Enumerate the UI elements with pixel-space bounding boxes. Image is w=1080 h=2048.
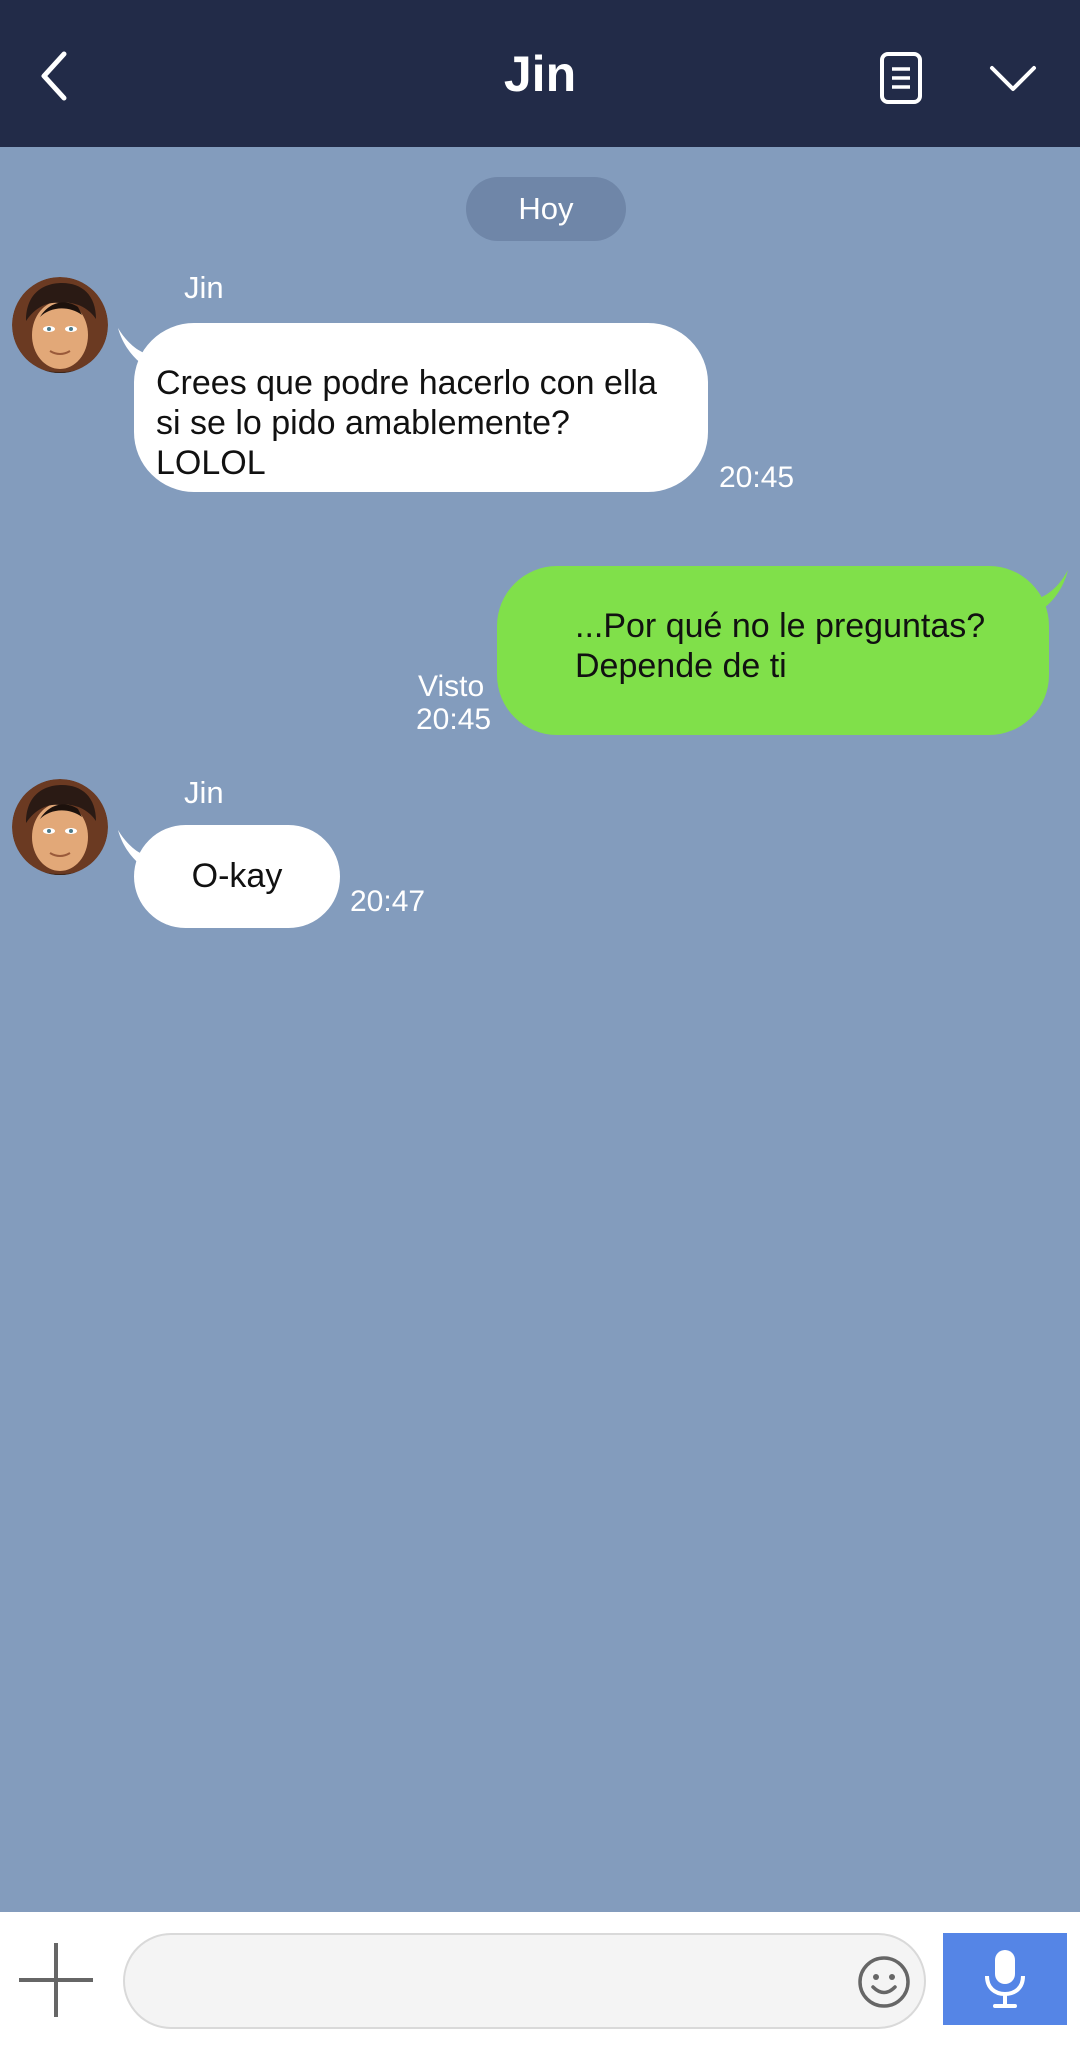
bubble-tail [1022,570,1068,616]
message-time: 20:47 [350,885,426,918]
emoji-button[interactable] [855,1953,913,2011]
sender-name: Jin [184,775,224,810]
notes-button[interactable] [866,46,936,110]
microphone-icon [985,1950,1025,2008]
avatar-face-icon [12,277,108,373]
message-bubble-incoming[interactable]: O-kay [134,825,340,928]
chevron-down-icon [990,66,1036,91]
avatar-face-icon [12,779,108,875]
chat-header: Jin [0,0,1080,147]
message-text-line: O-kay [191,857,283,895]
message-time: 20:45 [719,461,795,494]
plus-icon [19,1943,93,2017]
message-text-line: si se lo pido amablemente? LOLOL [156,404,570,482]
menu-button[interactable] [975,50,1051,106]
message-input[interactable] [123,1933,926,2029]
smiley-icon [858,1956,910,2008]
message-text-line: ...Por qué no le preguntas? [575,607,986,645]
avatar[interactable] [12,779,108,875]
voice-message-button[interactable] [943,1933,1067,2025]
message-composer [0,1912,1080,2048]
sender-name: Jin [184,270,224,305]
document-icon [880,52,922,104]
avatar[interactable] [12,277,108,373]
message-bubble-outgoing[interactable]: ...Por qué no le preguntas? Depende de t… [497,566,1049,735]
message-bubble-incoming[interactable]: Crees que podre hacerlo con ella si se l… [134,323,708,492]
message-text-line: Crees que podre hacerlo con ella [156,364,657,402]
date-separator: Hoy [466,177,626,241]
message-time: 20:45 [416,703,492,736]
message-text-line: Depende de ti [575,647,787,685]
add-button[interactable] [12,1936,100,2024]
read-status: Visto [418,670,485,703]
